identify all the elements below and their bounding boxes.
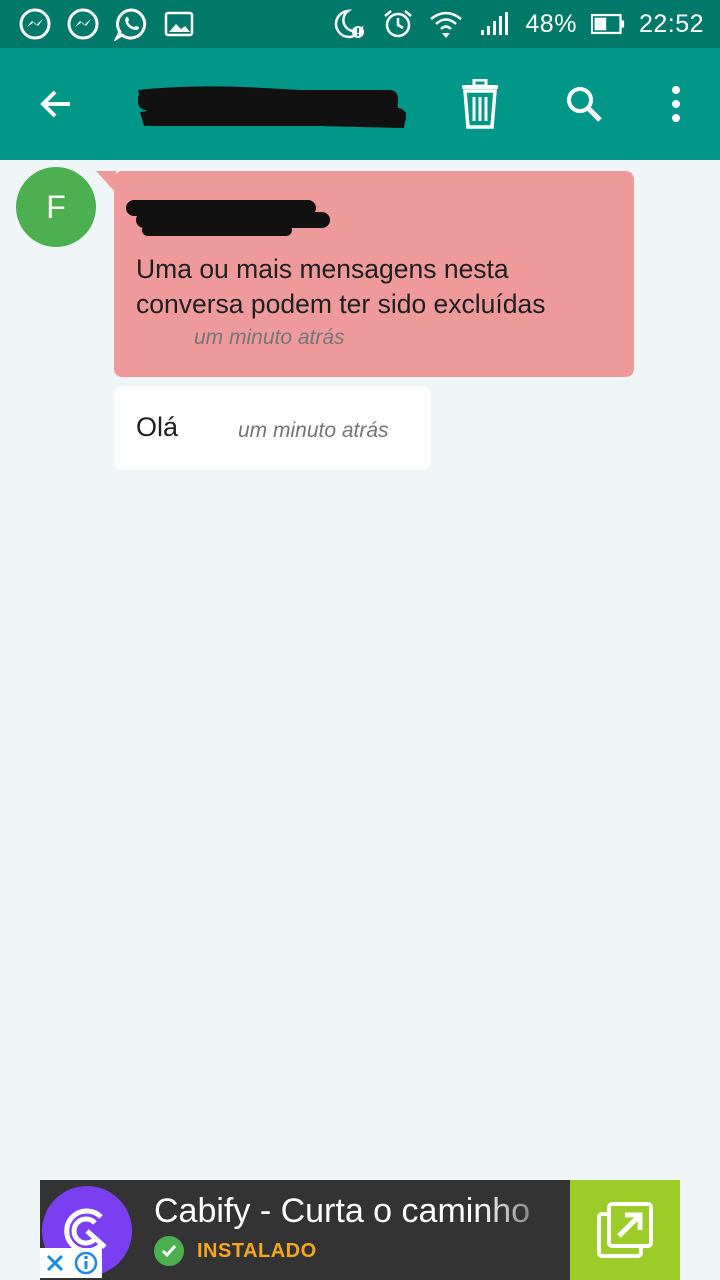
bubble-tail: [96, 171, 116, 193]
ad-title-fade: [480, 1188, 570, 1236]
image-icon: [162, 7, 196, 41]
alarm-icon: [381, 7, 415, 41]
delete-button[interactable]: [452, 76, 508, 132]
ad-open-button[interactable]: [570, 1180, 680, 1280]
more-vert-icon: [672, 86, 680, 122]
messenger-icon: [66, 7, 100, 41]
battery-percent: 48%: [525, 9, 577, 38]
messenger-icon: [18, 7, 52, 41]
message-text: Olá: [136, 412, 179, 442]
conversation-title-redacted: [134, 82, 410, 134]
do-not-disturb-icon: [333, 7, 367, 41]
check-icon: [154, 1236, 184, 1266]
arrow-left-icon: [40, 90, 70, 118]
back-button[interactable]: [28, 76, 84, 132]
ad-banner[interactable]: Cabify - Curta o caminho INSTALADO: [40, 1180, 680, 1280]
more-options-button[interactable]: [648, 76, 704, 132]
app-toolbar: [0, 48, 720, 160]
avatar[interactable]: F: [16, 167, 96, 247]
open-external-icon: [597, 1202, 653, 1258]
trash-icon: [462, 79, 498, 129]
system-icons: 48% 22:52: [333, 6, 704, 42]
clock: 22:52: [638, 9, 704, 38]
message-timestamp: um minuto atrás: [194, 326, 345, 349]
status-bar: 48% 22:52: [0, 0, 720, 48]
search-icon: [567, 87, 602, 122]
search-button[interactable]: [556, 76, 612, 132]
info-icon[interactable]: [74, 1251, 98, 1275]
notification-icons: [18, 6, 196, 42]
sender-name-redacted: [122, 194, 332, 242]
ad-install-status: INSTALADO: [197, 1240, 317, 1262]
close-icon[interactable]: [45, 1253, 65, 1273]
signal-icon: [477, 7, 511, 41]
wifi-icon: [429, 7, 463, 41]
ad-choices-badge[interactable]: [40, 1248, 102, 1278]
message-text: Uma ou mais mensagens nesta conversa pod…: [136, 254, 546, 319]
message-timestamp: um minuto atrás: [238, 419, 389, 442]
whatsapp-icon: [114, 7, 148, 41]
battery-icon: [590, 7, 625, 41]
